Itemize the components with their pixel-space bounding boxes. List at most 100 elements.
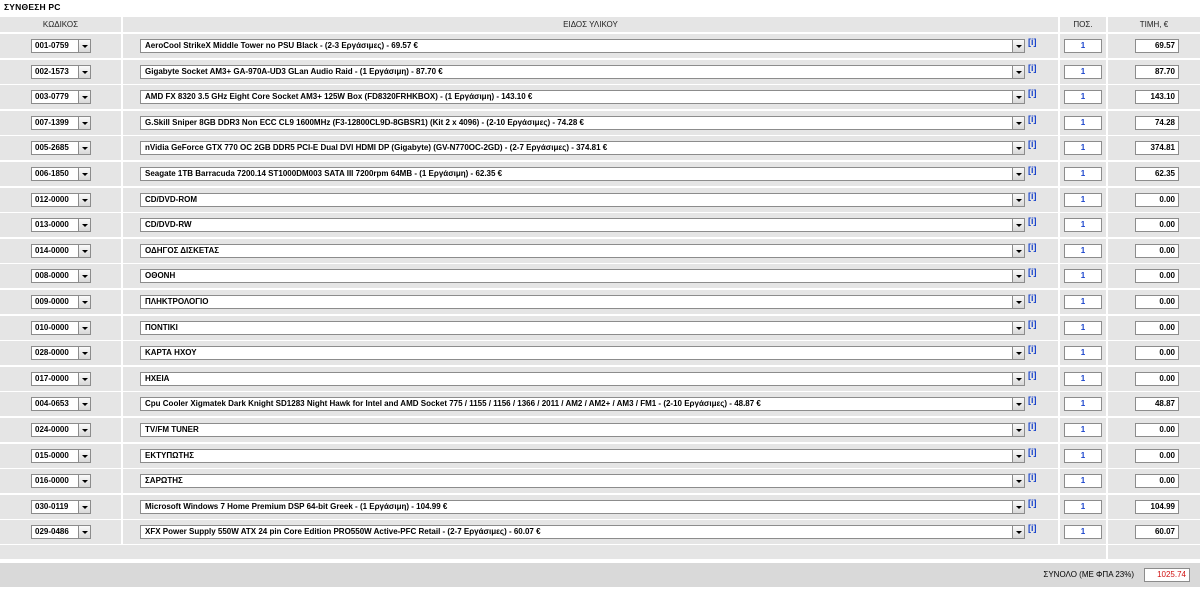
component-select[interactable]: Microsoft Windows 7 Home Premium DSP 64-… — [140, 500, 1025, 514]
component-select[interactable]: CD/DVD-ROM — [140, 193, 1025, 207]
chevron-down-icon[interactable] — [1012, 526, 1024, 538]
quantity-input[interactable]: 1 — [1064, 65, 1102, 79]
chevron-down-icon[interactable] — [1012, 142, 1024, 154]
code-select[interactable]: 007-1399 — [31, 116, 91, 130]
quantity-input[interactable]: 1 — [1064, 141, 1102, 155]
chevron-down-icon[interactable] — [78, 245, 90, 257]
code-select[interactable]: 008-0000 — [31, 269, 91, 283]
quantity-input[interactable]: 1 — [1064, 90, 1102, 104]
quantity-input[interactable]: 1 — [1064, 474, 1102, 488]
quantity-input[interactable]: 1 — [1064, 346, 1102, 360]
chevron-down-icon[interactable] — [78, 168, 90, 180]
component-select[interactable]: Seagate 1TB Barracuda 7200.14 ST1000DM00… — [140, 167, 1025, 181]
quantity-input[interactable]: 1 — [1064, 218, 1102, 232]
component-select[interactable]: ΟΔΗΓΟΣ ΔΙΣΚΕΤΑΣ — [140, 244, 1025, 258]
component-select[interactable]: ΣΑΡΩΤΗΣ — [140, 474, 1025, 488]
info-link[interactable]: [i] — [1028, 139, 1037, 149]
chevron-down-icon[interactable] — [1012, 347, 1024, 359]
chevron-down-icon[interactable] — [78, 40, 90, 52]
component-select[interactable]: AMD FX 8320 3.5 GHz Eight Core Socket AM… — [140, 90, 1025, 104]
chevron-down-icon[interactable] — [78, 296, 90, 308]
code-select[interactable]: 029-0486 — [31, 525, 91, 539]
component-select[interactable]: TV/FM TUNER — [140, 423, 1025, 437]
chevron-down-icon[interactable] — [1012, 322, 1024, 334]
info-link[interactable]: [i] — [1028, 319, 1037, 329]
chevron-down-icon[interactable] — [78, 194, 90, 206]
quantity-input[interactable]: 1 — [1064, 167, 1102, 181]
chevron-down-icon[interactable] — [78, 526, 90, 538]
code-select[interactable]: 001-0759 — [31, 39, 91, 53]
chevron-down-icon[interactable] — [1012, 475, 1024, 487]
chevron-down-icon[interactable] — [78, 424, 90, 436]
component-select[interactable]: ΚΑΡΤΑ ΗΧΟΥ — [140, 346, 1025, 360]
chevron-down-icon[interactable] — [78, 91, 90, 103]
code-select[interactable]: 015-0000 — [31, 449, 91, 463]
component-select[interactable]: nVidia GeForce GTX 770 OC 2GB DDR5 PCI-E… — [140, 141, 1025, 155]
info-link[interactable]: [i] — [1028, 63, 1037, 73]
chevron-down-icon[interactable] — [1012, 450, 1024, 462]
code-select[interactable]: 004-0653 — [31, 397, 91, 411]
info-link[interactable]: [i] — [1028, 114, 1037, 124]
code-select[interactable]: 005-2685 — [31, 141, 91, 155]
info-link[interactable]: [i] — [1028, 165, 1037, 175]
chevron-down-icon[interactable] — [78, 501, 90, 513]
component-select[interactable]: Gigabyte Socket AM3+ GA-970A-UD3 GLan Au… — [140, 65, 1025, 79]
info-link[interactable]: [i] — [1028, 498, 1037, 508]
code-select[interactable]: 003-0779 — [31, 90, 91, 104]
chevron-down-icon[interactable] — [78, 219, 90, 231]
chevron-down-icon[interactable] — [1012, 270, 1024, 282]
component-select[interactable]: ΟΘΟΝΗ — [140, 269, 1025, 283]
code-select[interactable]: 016-0000 — [31, 474, 91, 488]
component-select[interactable]: AeroCool StrikeX Middle Tower no PSU Bla… — [140, 39, 1025, 53]
chevron-down-icon[interactable] — [1012, 219, 1024, 231]
component-select[interactable]: Cpu Cooler Xigmatek Dark Knight SD1283 N… — [140, 397, 1025, 411]
chevron-down-icon[interactable] — [78, 347, 90, 359]
chevron-down-icon[interactable] — [78, 270, 90, 282]
quantity-input[interactable]: 1 — [1064, 321, 1102, 335]
info-link[interactable]: [i] — [1028, 191, 1037, 201]
info-link[interactable]: [i] — [1028, 216, 1037, 226]
quantity-input[interactable]: 1 — [1064, 244, 1102, 258]
component-select[interactable]: ΗΧΕΙΑ — [140, 372, 1025, 386]
chevron-down-icon[interactable] — [1012, 66, 1024, 78]
code-select[interactable]: 017-0000 — [31, 372, 91, 386]
code-select[interactable]: 006-1850 — [31, 167, 91, 181]
info-link[interactable]: [i] — [1028, 37, 1037, 47]
info-link[interactable]: [i] — [1028, 267, 1037, 277]
code-select[interactable]: 002-1573 — [31, 65, 91, 79]
chevron-down-icon[interactable] — [1012, 501, 1024, 513]
code-select[interactable]: 030-0119 — [31, 500, 91, 514]
chevron-down-icon[interactable] — [78, 450, 90, 462]
quantity-input[interactable]: 1 — [1064, 269, 1102, 283]
chevron-down-icon[interactable] — [78, 117, 90, 129]
code-select[interactable]: 012-0000 — [31, 193, 91, 207]
chevron-down-icon[interactable] — [78, 322, 90, 334]
code-select[interactable]: 013-0000 — [31, 218, 91, 232]
quantity-input[interactable]: 1 — [1064, 193, 1102, 207]
chevron-down-icon[interactable] — [1012, 245, 1024, 257]
component-select[interactable]: XFX Power Supply 550W ATX 24 pin Core Ed… — [140, 525, 1025, 539]
code-select[interactable]: 009-0000 — [31, 295, 91, 309]
component-select[interactable]: ΠΟΝΤΙΚΙ — [140, 321, 1025, 335]
quantity-input[interactable]: 1 — [1064, 116, 1102, 130]
code-select[interactable]: 028-0000 — [31, 346, 91, 360]
info-link[interactable]: [i] — [1028, 370, 1037, 380]
chevron-down-icon[interactable] — [1012, 373, 1024, 385]
quantity-input[interactable]: 1 — [1064, 525, 1102, 539]
info-link[interactable]: [i] — [1028, 421, 1037, 431]
chevron-down-icon[interactable] — [1012, 40, 1024, 52]
component-select[interactable]: CD/DVD-RW — [140, 218, 1025, 232]
quantity-input[interactable]: 1 — [1064, 500, 1102, 514]
info-link[interactable]: [i] — [1028, 395, 1037, 405]
quantity-input[interactable]: 1 — [1064, 449, 1102, 463]
quantity-input[interactable]: 1 — [1064, 397, 1102, 411]
chevron-down-icon[interactable] — [78, 475, 90, 487]
quantity-input[interactable]: 1 — [1064, 423, 1102, 437]
chevron-down-icon[interactable] — [1012, 168, 1024, 180]
info-link[interactable]: [i] — [1028, 447, 1037, 457]
chevron-down-icon[interactable] — [78, 398, 90, 410]
quantity-input[interactable]: 1 — [1064, 39, 1102, 53]
chevron-down-icon[interactable] — [78, 373, 90, 385]
chevron-down-icon[interactable] — [1012, 296, 1024, 308]
info-link[interactable]: [i] — [1028, 523, 1037, 533]
